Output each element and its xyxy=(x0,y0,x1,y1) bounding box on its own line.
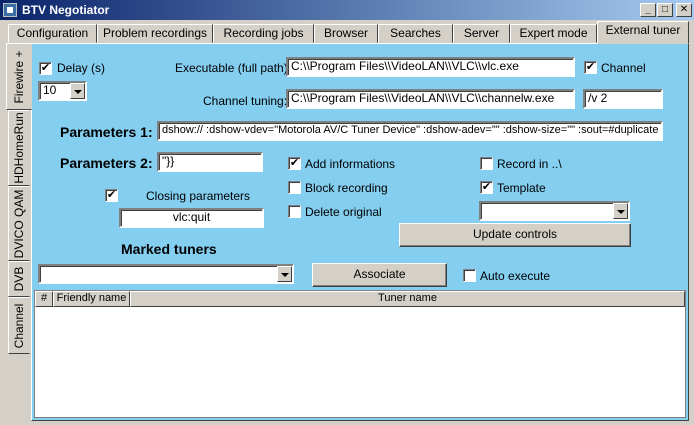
delay-checkbox[interactable]: ✔ xyxy=(39,62,52,75)
parameters2-input[interactable]: "}} xyxy=(157,152,263,172)
tab-searches[interactable]: Searches xyxy=(378,24,453,43)
tab-configuration[interactable]: Configuration xyxy=(8,24,97,43)
record-in-label: Record in ..\ xyxy=(497,157,562,171)
maximize-button[interactable]: □ xyxy=(657,3,673,17)
parameters2-label: Parameters 2: xyxy=(60,155,153,171)
associate-button[interactable]: Associate xyxy=(312,263,447,287)
closing-parameters-checkbox[interactable]: ✔ xyxy=(105,189,118,202)
delay-select[interactable]: 10 xyxy=(38,81,87,101)
tab-problem-recordings[interactable]: Problem recordings xyxy=(97,24,213,43)
side-tab-dvb[interactable]: DVB xyxy=(8,261,30,297)
side-tab-label: HDHomeRun xyxy=(12,112,26,184)
block-recording-label: Block recording xyxy=(305,181,388,195)
parameters1-input[interactable]: dshow:// :dshow-vdev="Motorola AV/C Tune… xyxy=(157,121,663,141)
auto-execute-checkbox[interactable] xyxy=(463,269,476,282)
external-tuner-panel: ✔ Delay (s) 10 Executable (full path): C… xyxy=(31,43,689,421)
close-button[interactable]: ✕ xyxy=(676,3,692,17)
parameters1-label: Parameters 1: xyxy=(60,124,153,140)
channel-label: Channel xyxy=(601,61,646,75)
closing-parameters-label: Closing parameters xyxy=(146,189,251,203)
executable-label: Executable (full path): xyxy=(175,61,292,75)
delay-label: Delay (s) xyxy=(57,61,106,75)
delay-value: 10 xyxy=(43,83,57,97)
tab-browser[interactable]: Browser xyxy=(314,24,378,43)
channel-tuning-label: Channel tuning: xyxy=(203,94,288,108)
delete-original-label: Delete original xyxy=(305,205,382,219)
block-recording-checkbox[interactable] xyxy=(288,181,301,194)
template-label: Template xyxy=(497,181,546,195)
channel-tuning-arg-input[interactable]: /v 2 xyxy=(583,89,663,109)
side-tab-channel[interactable]: Channel xyxy=(8,297,30,354)
column-header-number[interactable]: # xyxy=(35,291,53,307)
side-tab-hdhomerun[interactable]: HDHomeRun xyxy=(8,110,30,186)
marked-tuners-select[interactable] xyxy=(38,264,294,284)
minimize-button[interactable]: _ xyxy=(640,3,656,17)
column-header-friendly-name[interactable]: Friendly name xyxy=(53,291,130,307)
tab-external-tuner[interactable]: External tuner xyxy=(597,21,689,44)
side-tab-label: DVICO QAM xyxy=(12,189,26,258)
channel-tuning-input[interactable]: C:\\Program Files\\VideoLAN\\VLC\\channe… xyxy=(286,89,575,109)
side-tab-dvico-qam[interactable]: DVICO QAM xyxy=(8,186,30,261)
side-tab-label: DVB xyxy=(12,266,26,292)
delete-original-checkbox[interactable] xyxy=(288,205,301,218)
tab-server[interactable]: Server xyxy=(453,24,510,43)
side-tab-firewire[interactable]: Firewire + xyxy=(6,43,32,110)
title-bar: BTV Negotiator _ □ ✕ xyxy=(0,0,694,20)
chevron-down-icon[interactable] xyxy=(613,203,628,219)
marked-tuners-label: Marked tuners xyxy=(121,241,217,257)
chevron-down-icon[interactable] xyxy=(277,266,292,282)
template-select[interactable] xyxy=(479,201,630,221)
executable-input[interactable]: C:\\Program Files\\VideoLAN\\VLC\\vlc.ex… xyxy=(286,57,575,77)
template-checkbox[interactable]: ✔ xyxy=(480,181,493,194)
auto-execute-label: Auto execute xyxy=(480,269,551,283)
column-header-tuner-name[interactable]: Tuner name xyxy=(130,291,685,307)
closing-parameters-input[interactable]: vlc:quit xyxy=(119,208,264,228)
side-tab-label: Firewire + xyxy=(12,49,26,104)
tab-recording-jobs[interactable]: Recording jobs xyxy=(213,24,314,43)
chevron-down-icon[interactable] xyxy=(70,83,85,99)
update-controls-button[interactable]: Update controls xyxy=(399,223,631,247)
tuners-table[interactable]: # Friendly name Tuner name xyxy=(34,290,686,418)
add-informations-label: Add informations xyxy=(305,157,396,171)
channel-checkbox[interactable]: ✔ xyxy=(584,61,597,74)
tab-expert-mode[interactable]: Expert mode xyxy=(510,24,597,43)
app-icon xyxy=(3,3,17,17)
add-informations-checkbox[interactable]: ✔ xyxy=(288,157,301,170)
side-tab-label: Channel xyxy=(12,303,26,348)
record-in-checkbox[interactable] xyxy=(480,157,493,170)
window-title: BTV Negotiator xyxy=(22,3,110,17)
